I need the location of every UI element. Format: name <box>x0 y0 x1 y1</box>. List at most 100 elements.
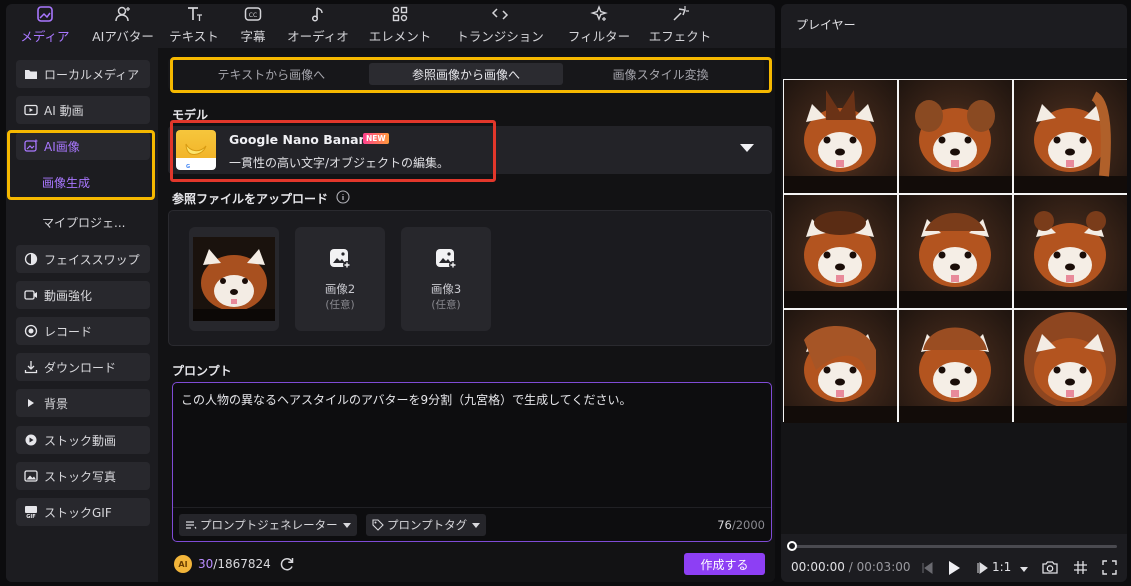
list-icon <box>186 521 197 529</box>
next-frame-icon[interactable] <box>977 561 989 575</box>
nav-element-label: エレメント <box>368 29 432 44</box>
gif-icon: GIF <box>25 506 37 519</box>
upload-slot-1[interactable] <box>189 227 279 331</box>
sidebar-item-face-swap[interactable]: フェイススワップ <box>16 245 150 273</box>
generate-button[interactable]: 作成する <box>684 553 765 575</box>
nav-element[interactable]: エレメント <box>356 4 444 48</box>
sidebar-item-label: ストック写真 <box>44 469 117 484</box>
aspect-ratio[interactable]: 1:1 <box>992 560 1011 574</box>
prompt-tag-button[interactable]: プロンプトタグ <box>366 514 487 536</box>
preview-tile <box>899 195 1012 308</box>
sidebar-item-my-projects[interactable]: マイプロジェ... <box>16 208 150 236</box>
chevron-down-icon[interactable] <box>1020 567 1028 572</box>
sidebar-item-ai-video[interactable]: AI 動画 <box>16 96 150 124</box>
sidebar-item-label: ストック動画 <box>44 433 117 448</box>
tab-style-transfer[interactable]: 画像スタイル変換 <box>563 63 758 85</box>
sidebar-item-label: ダウンロード <box>44 360 117 375</box>
nav-ai-avatar[interactable]: AIアバター <box>84 4 162 48</box>
sidebar-item-image-gen[interactable]: 画像生成 <box>16 168 150 196</box>
nav-audio[interactable]: オーディオ <box>280 4 356 48</box>
sidebar-item-background[interactable]: 背景 <box>16 389 150 417</box>
mode-tabs: テキストから画像へ 参照画像から画像へ 画像スタイル変換 <box>168 58 764 90</box>
sidebar-item-label: マイプロジェ... <box>42 215 126 230</box>
sidebar-item-label: ストックGIF <box>44 505 112 520</box>
preview-tile <box>1014 195 1127 308</box>
upload-area: 画像2 (任意) 画像3 (任意) <box>168 210 772 346</box>
total-time: 00:03:00 <box>856 560 911 574</box>
face-swap-icon <box>24 252 38 266</box>
nav-filter-label: フィルター <box>567 29 631 44</box>
new-badge: NEW <box>363 133 389 144</box>
refresh-icon[interactable] <box>279 556 295 572</box>
char-count-current: 76 <box>717 518 732 532</box>
text-icon <box>188 7 202 21</box>
prompt-generator-button[interactable]: プロンプトジェネレーター <box>179 514 357 536</box>
credits-total: /1867824 <box>213 557 271 571</box>
sidebar-item-label: 背景 <box>44 396 69 411</box>
sidebar-item-local-media[interactable]: ローカルメディア <box>16 60 150 88</box>
slot-label: 画像2 <box>324 282 356 296</box>
nav-filter[interactable]: フィルター <box>556 4 642 48</box>
timecode: 00:00:00 / 00:03:00 <box>791 560 911 574</box>
fullscreen-icon[interactable] <box>1102 560 1117 575</box>
current-time: 00:00:00 <box>791 560 845 574</box>
info-icon[interactable] <box>336 190 350 204</box>
red-panda-thumbnail <box>193 237 275 321</box>
stock-photo-icon <box>24 470 38 482</box>
transition-icon <box>491 8 509 20</box>
media-icon <box>37 6 53 22</box>
model-label: モデル <box>172 108 209 122</box>
upload-slot-3[interactable]: 画像3 (任意) <box>401 227 491 331</box>
svg-text:CC: CC <box>249 12 257 19</box>
upload-slot-2[interactable]: 画像2 (任意) <box>295 227 385 331</box>
prompt-textarea[interactable]: この人物の異なるヘアスタイルのアバターを9分割（九宮格）で生成してください。 プ… <box>172 382 772 542</box>
model-select[interactable]: G Google Nano Banana NEW 一貫性の高い文字/オブジェクト… <box>168 126 772 174</box>
model-description: 一貫性の高い文字/オブジェクトの編集。 <box>229 156 450 170</box>
nav-transition[interactable]: トランジション <box>444 4 556 48</box>
sidebar-item-label: AI 動画 <box>44 103 84 118</box>
player-title: プレイヤー <box>796 18 856 32</box>
stock-video-icon <box>25 434 37 446</box>
nav-text[interactable]: テキスト <box>162 4 226 48</box>
nav-caption[interactable]: CC 字幕 <box>226 4 280 48</box>
audio-icon <box>311 7 323 22</box>
tab-image-to-image[interactable]: 参照画像から画像へ <box>368 63 564 85</box>
banana-logo-icon: G <box>176 130 216 170</box>
tab-text-to-image[interactable]: テキストから画像へ <box>174 63 369 85</box>
prompt-text[interactable]: この人物の異なるヘアスタイルのアバターを9分割（九宮格）で生成してください。 <box>181 391 631 408</box>
credits-used: 30 <box>198 557 214 571</box>
add-image-icon <box>436 249 457 269</box>
prompt-tag-label: プロンプトタグ <box>387 518 468 532</box>
ai-image-icon <box>24 139 38 152</box>
char-count-max: /2000 <box>731 518 765 532</box>
add-image-icon <box>330 249 351 269</box>
sidebar-item-ai-image[interactable]: AI画像 <box>16 132 150 160</box>
sidebar-item-stock-photo[interactable]: ストック写真 <box>16 462 150 490</box>
sidebar-item-download[interactable]: ダウンロード <box>16 353 150 381</box>
sidebar-item-stock-gif[interactable]: GIF ストックGIF <box>16 498 150 526</box>
sidebar-item-record[interactable]: レコード <box>16 317 150 345</box>
nav-media[interactable]: メディア <box>6 4 84 48</box>
nav-text-label: テキスト <box>169 29 219 44</box>
chevron-down-icon <box>472 522 481 528</box>
model-name: Google Nano Banana <box>229 132 376 147</box>
char-count: 76/2000 <box>717 518 765 532</box>
time-separator: / <box>848 560 853 574</box>
camera-icon[interactable] <box>1042 560 1058 575</box>
enhance-icon <box>24 290 37 300</box>
folder-icon <box>25 70 37 79</box>
sidebar-item-enhance[interactable]: 動画強化 <box>16 281 150 309</box>
play-icon[interactable] <box>947 560 961 576</box>
timeline-scrubber[interactable] <box>791 545 1117 548</box>
filter-icon <box>590 5 608 21</box>
upload-label: 参照ファイルをアップロード <box>172 192 329 206</box>
playhead-knob[interactable] <box>787 541 797 551</box>
nav-effect-label: エフェクト <box>648 29 712 44</box>
sidebar-item-label: AI画像 <box>44 139 80 154</box>
grid-icon[interactable] <box>1073 560 1088 575</box>
sidebar-item-stock-video[interactable]: ストック動画 <box>16 426 150 454</box>
preview-tile <box>784 80 897 193</box>
nav-caption-label: 字幕 <box>240 29 266 44</box>
nav-effect[interactable]: エフェクト <box>642 4 718 48</box>
prev-frame-icon[interactable] <box>920 561 934 575</box>
